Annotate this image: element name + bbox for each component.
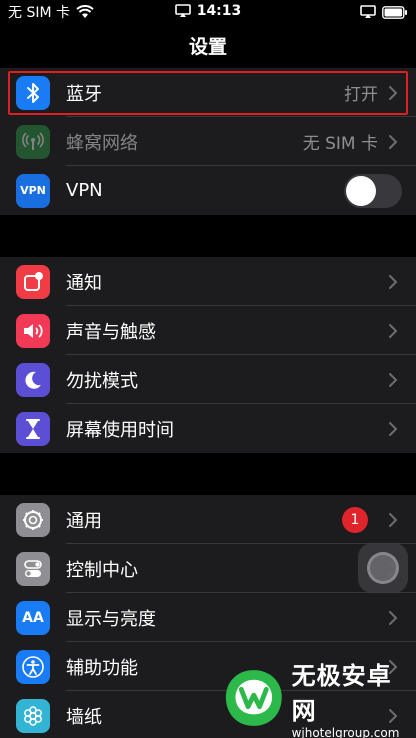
assistive-touch-button[interactable]	[358, 543, 408, 593]
screen-record-icon	[360, 5, 376, 18]
row-label: VPN	[66, 180, 103, 201]
row-label: 显示与亮度	[66, 608, 156, 630]
page-title: 设置	[188, 36, 227, 58]
settings-row-do-not-disturb[interactable]: 勿扰模式	[0, 355, 416, 404]
settings-row-notifications[interactable]: 通知	[0, 257, 416, 306]
vpn-icon: VPN	[16, 173, 50, 208]
row-value: 无 SIM 卡	[302, 134, 378, 154]
settings-row-sounds[interactable]: 声音与触感	[0, 306, 416, 355]
watermark-url: wjhotelgroup.com	[291, 726, 400, 738]
row-label: 控制中心	[66, 559, 138, 581]
chevron-right-icon	[389, 372, 398, 387]
accessibility-icon	[16, 649, 50, 684]
gear-icon	[16, 502, 50, 537]
settings-row-bluetooth[interactable]: 蓝牙 打开	[0, 68, 416, 117]
row-label: 声音与触感	[66, 321, 156, 343]
settings-row-vpn: VPN VPN	[0, 166, 416, 215]
settings-group-notifications: 通知 声音与触感 勿扰模式 屏幕使用时间	[0, 257, 416, 453]
bluetooth-icon	[16, 75, 50, 110]
chevron-right-icon	[389, 85, 398, 100]
status-bar: 无 SIM 卡 14:13	[0, 0, 416, 24]
row-label: 勿扰模式	[66, 370, 138, 392]
toggle-knob	[346, 175, 376, 206]
notification-badge: 1	[342, 506, 368, 533]
chevron-right-icon	[389, 610, 398, 625]
row-label: 通知	[66, 272, 102, 294]
row-label: 蜂窝网络	[66, 132, 138, 154]
chevron-right-icon	[389, 134, 398, 149]
vpn-toggle[interactable]	[344, 173, 402, 208]
chevron-right-icon	[389, 512, 398, 527]
row-value: 打开	[344, 85, 378, 105]
watermark-logo-icon	[225, 670, 282, 726]
chevron-right-icon	[389, 274, 398, 289]
settings-group-connectivity: 蓝牙 打开 蜂窝网络 无 SIM 卡 VPN VPN	[0, 68, 416, 215]
antenna-icon	[16, 124, 50, 159]
settings-row-display[interactable]: AA 显示与亮度	[0, 593, 416, 642]
status-time: 14:13	[196, 2, 242, 19]
moon-icon	[16, 362, 50, 397]
vpn-icon-text: VPN	[20, 184, 46, 197]
row-label: 蓝牙	[66, 83, 102, 105]
watermark: 无极安卓网 wjhotelgroup.com	[222, 662, 412, 738]
row-label: 通用	[66, 510, 102, 532]
watermark-title: 无极安卓网	[291, 662, 392, 725]
chevron-right-icon	[389, 323, 398, 338]
wallpaper-icon	[16, 698, 50, 733]
row-label: 屏幕使用时间	[66, 419, 174, 441]
display-icon: AA	[16, 600, 50, 635]
hourglass-icon	[16, 411, 50, 446]
assistive-touch-icon	[367, 552, 399, 584]
settings-row-screen-time[interactable]: 屏幕使用时间	[0, 404, 416, 453]
switches-icon	[16, 551, 50, 586]
wifi-icon	[76, 5, 94, 18]
chevron-right-icon	[389, 421, 398, 436]
notification-icon	[16, 264, 50, 299]
settings-row-cellular[interactable]: 蜂窝网络 无 SIM 卡	[0, 117, 416, 166]
display-icon-text: AA	[22, 609, 44, 626]
settings-row-general[interactable]: 通用 1	[0, 495, 416, 544]
speaker-icon	[16, 313, 50, 348]
settings-row-control-center[interactable]: 控制中心	[0, 544, 416, 593]
battery-icon	[382, 5, 407, 19]
carrier-label: 无 SIM 卡	[8, 5, 70, 21]
screen-mirror-icon	[174, 3, 191, 17]
